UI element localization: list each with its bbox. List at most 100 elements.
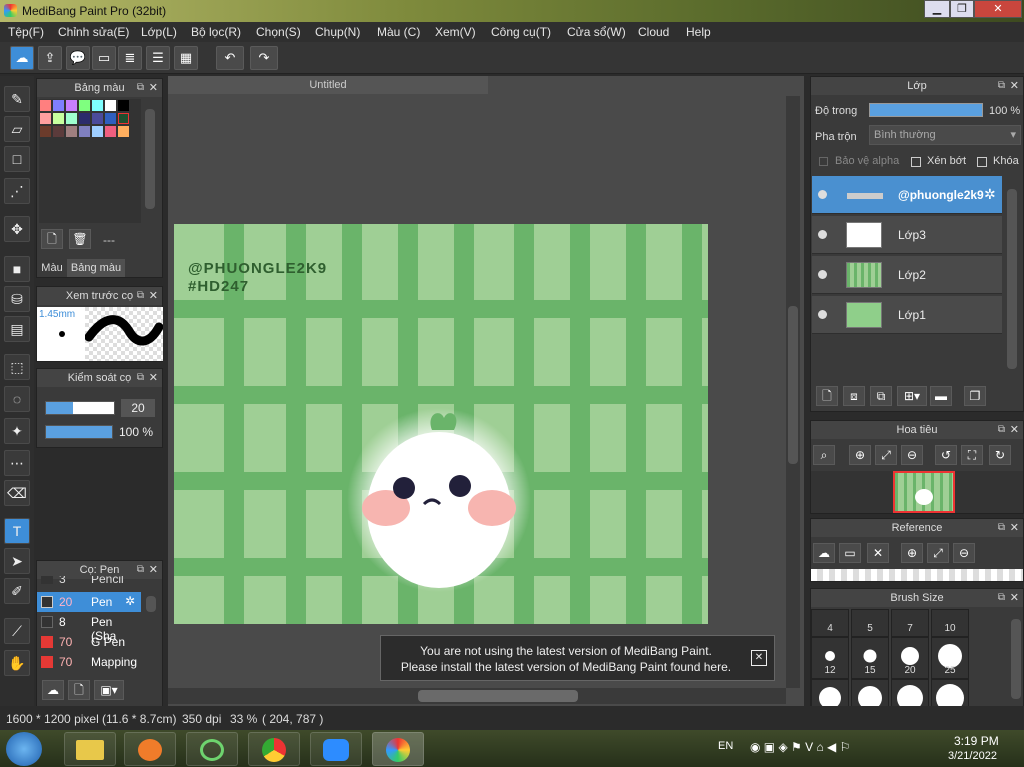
swatch[interactable] xyxy=(118,100,129,111)
undock-icon[interactable]: ⧉ xyxy=(998,77,1005,95)
brush-size-cell[interactable] xyxy=(851,679,889,710)
restore-button[interactable]: ❐ xyxy=(950,0,974,18)
dot-tool-icon[interactable]: ⋰ xyxy=(4,178,30,204)
artwork-canvas[interactable]: @PHUONGLE2K9 #HD247 xyxy=(174,224,708,624)
duplicate-layer-icon[interactable]: ❐ xyxy=(964,386,986,406)
minimize-button[interactable]: ▁ xyxy=(924,0,950,18)
zoom-in-icon[interactable]: ⊕ xyxy=(901,543,923,563)
swatch[interactable] xyxy=(105,113,116,124)
swatch[interactable] xyxy=(53,126,64,137)
size-slider[interactable] xyxy=(45,401,115,415)
file-explorer-icon[interactable] xyxy=(64,732,116,766)
canvas-vscroll-thumb[interactable] xyxy=(788,306,798,464)
brush-menu-icon[interactable]: ▣▾ xyxy=(94,680,124,700)
folder-icon[interactable]: ▬ xyxy=(930,386,952,406)
rotate-left-icon[interactable]: ↺ xyxy=(935,445,957,465)
swatch[interactable] xyxy=(105,126,116,137)
divide-tool-icon[interactable]: ✐ xyxy=(4,578,30,604)
gradient-tool-icon[interactable]: ▤ xyxy=(4,316,30,342)
menu-select[interactable]: Chọn(S) xyxy=(256,25,301,39)
open-folder-icon[interactable]: ▭ xyxy=(839,543,861,563)
swatch[interactable] xyxy=(92,126,103,137)
layer-row[interactable]: Lớp1 xyxy=(812,296,1002,334)
new-layer-1bit-icon[interactable]: ⧉ xyxy=(870,386,892,406)
brush-size-scrollbar[interactable] xyxy=(1011,619,1021,699)
swatch[interactable] xyxy=(79,113,90,124)
undock-icon[interactable]: ⧉ xyxy=(137,79,144,97)
brush-tool-icon[interactable]: ✎ xyxy=(4,86,30,112)
swatch[interactable] xyxy=(105,100,116,111)
brush-size-cell[interactable]: 15 xyxy=(851,637,889,679)
close-icon[interactable]: ✕ xyxy=(1010,421,1019,439)
app-icon[interactable] xyxy=(186,732,238,766)
grid-icon[interactable]: ▦ xyxy=(174,46,198,70)
share-icon[interactable]: ⇪ xyxy=(38,46,62,70)
palette-scrollbar[interactable] xyxy=(145,109,155,209)
layer-opacity-slider[interactable] xyxy=(869,103,983,117)
lasso-tool-icon[interactable]: ◌ xyxy=(4,386,30,412)
lock-checkbox[interactable] xyxy=(977,157,987,167)
close-button[interactable]: ✕ xyxy=(974,0,1022,18)
brush-size-cell[interactable] xyxy=(931,679,969,712)
swatch[interactable] xyxy=(40,100,51,111)
tab-palette[interactable]: Bảng màu xyxy=(67,259,125,277)
rotate-right-icon[interactable]: ↻ xyxy=(989,445,1011,465)
menu-cloud[interactable]: Cloud xyxy=(638,25,669,39)
close-icon[interactable]: ✕ xyxy=(149,369,158,387)
opacity-slider[interactable] xyxy=(45,425,113,439)
menu-tools[interactable]: Công cụ(T) xyxy=(491,25,551,39)
navigator-preview[interactable] xyxy=(811,471,1023,513)
canvas-hscroll-thumb[interactable] xyxy=(418,690,578,702)
swatch[interactable] xyxy=(66,113,77,124)
eyedropper-icon[interactable]: ⟋ xyxy=(4,618,30,644)
start-button[interactable] xyxy=(6,732,42,766)
brush-item[interactable]: 70 Mapping xyxy=(37,652,141,672)
swatch[interactable] xyxy=(66,100,77,111)
document-tab[interactable]: Untitled xyxy=(168,76,488,94)
layer-row[interactable]: Lớp2 xyxy=(812,256,1002,294)
new-palette-icon[interactable]: 🗋 xyxy=(41,229,63,249)
undock-icon[interactable]: ⧉ xyxy=(998,589,1005,607)
close-icon[interactable]: ✕ xyxy=(1010,519,1019,537)
comment-icon[interactable]: 💬 xyxy=(66,46,90,70)
zoom-out-icon[interactable]: ⊖ xyxy=(901,445,923,465)
menu-help[interactable]: Help xyxy=(686,25,711,39)
visibility-eye-icon[interactable] xyxy=(818,190,827,199)
brush-size-cell[interactable]: 5 xyxy=(851,609,889,637)
close-icon[interactable]: ✕ xyxy=(1010,589,1019,607)
select-pen-icon[interactable]: ⋯ xyxy=(4,450,30,476)
brush-size-cell[interactable]: 25 xyxy=(931,637,969,679)
swatch[interactable] xyxy=(92,100,103,111)
list-icon[interactable]: ☰ xyxy=(146,46,170,70)
swatch[interactable] xyxy=(53,100,64,111)
menu-view[interactable]: Xem(V) xyxy=(435,25,476,39)
new-layer-icon[interactable]: 🗋 xyxy=(816,386,838,406)
fit-icon[interactable]: ⤢ xyxy=(875,445,897,465)
tray-icons[interactable]: ◉ ▣ ◈ ⚑ V ⌂ ◀ ⚐ xyxy=(750,740,850,754)
operation-tool-icon[interactable]: ➤ xyxy=(4,548,30,574)
cloud-save-icon[interactable]: ☁ xyxy=(10,46,34,70)
language-indicator[interactable]: EN xyxy=(718,740,733,752)
blend-mode-select[interactable]: Bình thường ▾ xyxy=(869,125,1021,145)
layer-settings-gear-icon[interactable]: ✲ xyxy=(984,186,996,203)
swatch[interactable] xyxy=(118,113,129,124)
chrome-icon[interactable] xyxy=(248,732,300,766)
undo-icon[interactable]: ↶ xyxy=(216,46,244,70)
zoom-in-icon[interactable]: ⊕ xyxy=(849,445,871,465)
layer-row-selected[interactable]: @phuongle2k9 ✲ xyxy=(812,176,1002,214)
speech-icon[interactable]: ▭ xyxy=(92,46,116,70)
swatch[interactable] xyxy=(118,126,129,137)
brush-item[interactable]: 3 Pencil xyxy=(37,576,141,590)
undock-icon[interactable]: ⧉ xyxy=(137,287,144,305)
note-icon[interactable]: ≣ xyxy=(118,46,142,70)
close-icon[interactable]: ✕ xyxy=(149,287,158,305)
rect-tool-icon[interactable]: □ xyxy=(4,146,30,172)
brush-size-cell[interactable]: 12 xyxy=(811,637,849,679)
cloud-brush-icon[interactable]: ☁ xyxy=(42,680,64,700)
brush-item-selected[interactable]: 20 Pen ✲ xyxy=(37,592,141,612)
add-brush-icon[interactable]: 🗋 xyxy=(68,680,90,700)
hand-tool-icon[interactable]: ✋ xyxy=(4,650,30,676)
protect-alpha-checkbox[interactable] xyxy=(819,157,828,166)
close-icon[interactable]: ✕ xyxy=(149,79,158,97)
delete-palette-icon[interactable]: 🗑 xyxy=(69,229,91,249)
